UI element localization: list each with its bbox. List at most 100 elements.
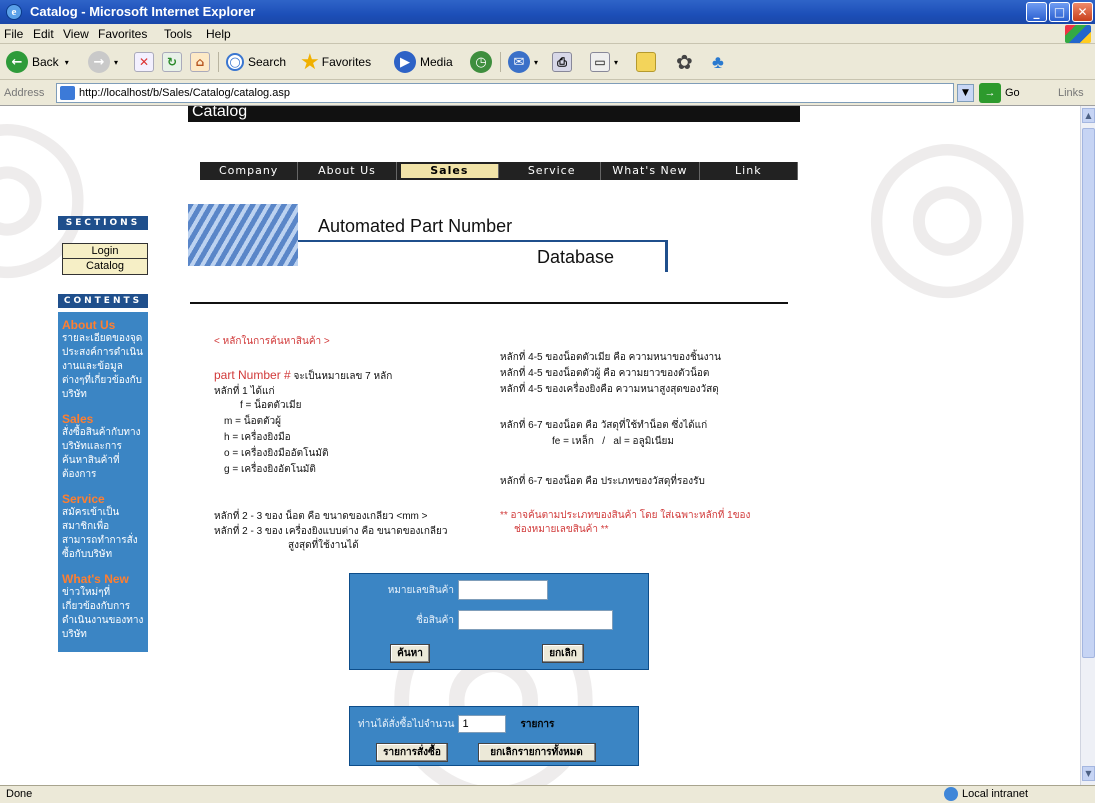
menu-help[interactable]: Help — [206, 27, 231, 41]
scroll-down-icon[interactable]: ▼ — [1082, 766, 1095, 781]
scroll-thumb[interactable] — [1082, 128, 1095, 658]
menu-favorites[interactable]: Favorites — [98, 27, 147, 41]
search-label: Search — [248, 55, 287, 69]
order-list-button[interactable]: รายการสั่งซื้อ — [376, 743, 448, 762]
history-button[interactable]: ◷ — [470, 50, 496, 74]
digit45-line: หลักที่ 4-5 ของน็อตตัวผู้ คือ ความยาวของ… — [500, 368, 710, 379]
print-icon: ⎙ — [552, 52, 572, 72]
cart-count-label: ท่านได้สั่งซื้อไปจำนวน — [358, 718, 455, 730]
nav-link[interactable]: Link — [700, 162, 798, 180]
cart-unit-label: รายการ — [520, 718, 555, 730]
code-row: หมายเลขสินค้า — [350, 580, 650, 600]
digit1-item: o = เครื่องยิงมืออัตโนมัติ — [224, 448, 329, 459]
zone-label: Local intranet — [962, 788, 1029, 800]
nav-sales[interactable]: Sales — [400, 164, 499, 178]
nav-company[interactable]: Company — [200, 162, 299, 180]
folder-button[interactable] — [636, 50, 660, 74]
refresh-icon: ↻ — [162, 52, 182, 72]
home-button[interactable]: ⌂ — [190, 50, 214, 74]
menu-view[interactable]: View — [63, 27, 89, 41]
scroll-up-icon[interactable]: ▲ — [1082, 108, 1095, 123]
address-field[interactable]: http://localhost/b/Sales/Catalog/catalog… — [56, 83, 954, 103]
edit-dropdown-icon: ▾ — [614, 57, 619, 67]
digit67-line: หลักที่ 6-7 ของน็อต คือ ประเภทของวัสดุที… — [500, 476, 705, 487]
minimize-button[interactable]: _ — [1026, 2, 1047, 22]
banner-title: Automated Part Number — [318, 216, 513, 236]
cart-count-input[interactable] — [458, 715, 507, 733]
close-button[interactable]: ✕ — [1072, 2, 1093, 22]
window-title-bar[interactable]: e Catalog - Microsoft Internet Explorer … — [0, 0, 1095, 24]
messenger-button[interactable]: ✿ — [676, 50, 693, 74]
page-icon — [60, 86, 75, 100]
contents-sales-link[interactable]: Sales — [62, 412, 144, 426]
menu-edit[interactable]: Edit — [33, 27, 54, 41]
name-row: ชื่อสินค้า — [350, 610, 650, 630]
product-code-label: หมายเลขสินค้า — [387, 584, 454, 596]
digit45-line: หลักที่ 4-5 ของเครื่องยิงคือ ความหนาสูงส… — [500, 384, 719, 395]
sections-heading: SECTIONS — [58, 216, 148, 230]
sidebar-item-login[interactable]: Login — [63, 244, 147, 259]
search-rules-heading: < หลักในการค้นหาสินค้า > — [214, 336, 330, 347]
digit1-item: g = เครื่องยิงอัตโนมัติ — [224, 464, 316, 475]
address-dropdown-icon[interactable]: ▼ — [957, 84, 974, 102]
forward-arrow-icon: → — [88, 51, 110, 73]
favorites-label: Favorites — [321, 55, 372, 69]
search-button[interactable]: ○ Search — [226, 50, 286, 74]
media-button[interactable]: ▶ Media — [394, 50, 453, 74]
mail-button[interactable]: ✉ ▾ — [508, 50, 538, 74]
go-arrow-icon: → — [979, 83, 1001, 103]
vertical-scrollbar[interactable]: ▲ ▼ — [1080, 106, 1095, 785]
cart-buttons-row: รายการสั่งซื้อ ยกเลิกรายการทั้งหมด — [376, 743, 596, 762]
search-buttons-row: ค้นหา ยกเลิก — [350, 644, 650, 663]
menu-tools[interactable]: Tools — [164, 27, 192, 41]
search-cancel-button[interactable]: ยกเลิก — [542, 644, 584, 663]
forward-dropdown-icon[interactable]: ▾ — [114, 58, 118, 67]
banner-rule — [298, 240, 666, 242]
research-button[interactable]: ♣ — [712, 50, 724, 74]
maximize-button[interactable]: □ — [1049, 2, 1070, 22]
sidebar-item-catalog[interactable]: Catalog — [63, 259, 147, 274]
refresh-button[interactable]: ↻ — [162, 50, 186, 74]
nav-about-us[interactable]: About Us — [298, 162, 397, 180]
menu-file[interactable]: File — [4, 27, 23, 41]
toolbar-separator — [500, 52, 501, 72]
back-arrow-icon: ← — [6, 51, 28, 73]
cart-count-row: ท่านได้สั่งซื้อไปจำนวน รายการ — [358, 715, 554, 733]
back-button[interactable]: ← Back ▾ — [6, 50, 69, 74]
contents-whats-new-link[interactable]: What's New — [62, 572, 144, 586]
cancel-all-orders-button[interactable]: ยกเลิกรายการทั้งหมด — [477, 743, 596, 762]
home-icon: ⌂ — [190, 52, 210, 72]
page-viewport[interactable]: ◎ ◎ ◎ Catalog Company About Us Sales Ser… — [0, 106, 1080, 785]
edit-button[interactable]: ▭ ▾ — [590, 50, 618, 74]
search-submit-button[interactable]: ค้นหา — [390, 644, 430, 663]
search-icon: ○ — [226, 53, 244, 71]
favorites-button[interactable]: ★ Favorites — [300, 49, 372, 74]
links-button[interactable]: Links — [1058, 87, 1084, 99]
history-icon: ◷ — [470, 51, 492, 73]
edit-icon: ▭ — [590, 52, 610, 72]
contents-about-us-desc: รายละเอียดของจุดประสงค์การดำเนินงานและข้… — [62, 333, 144, 400]
part-number-label: part Number # — [214, 368, 291, 382]
contents-heading: CONTENTS — [58, 294, 148, 308]
product-name-input[interactable] — [458, 610, 613, 630]
forward-button[interactable]: → ▾ — [88, 50, 118, 74]
nav-service[interactable]: Service — [503, 162, 602, 180]
stop-button[interactable]: ✕ — [134, 50, 158, 74]
print-button[interactable]: ⎙ — [552, 50, 576, 74]
part-number-rest: จะเป็นหมายเลข 7 หลัก — [293, 371, 393, 382]
nav-whats-new[interactable]: What's New — [601, 162, 700, 180]
contents-whats-new-desc: ข่าวใหม่ๆที่เกี่ยวข้องกับการดำเนินงานของ… — [62, 587, 144, 640]
go-button[interactable]: → Go — [979, 83, 1020, 103]
contents-about-us-link[interactable]: About Us — [62, 318, 144, 332]
product-search-form: หมายเลขสินค้า ชื่อสินค้า ค้นหา ยกเลิก — [349, 573, 649, 670]
contents-service-link[interactable]: Service — [62, 492, 144, 506]
folder-icon — [636, 52, 656, 72]
product-code-input[interactable] — [458, 580, 548, 600]
mail-dropdown-icon: ▾ — [534, 57, 539, 67]
address-url: http://localhost/b/Sales/Catalog/catalog… — [79, 87, 290, 99]
product-name-label: ชื่อสินค้า — [415, 614, 454, 626]
banner-subtitle: Database — [537, 247, 615, 267]
media-icon: ▶ — [394, 51, 416, 73]
digit45-line: หลักที่ 4-5 ของน็อตตัวเมีย คือ ความหนาขอ… — [500, 352, 721, 363]
back-dropdown-icon[interactable]: ▾ — [65, 58, 69, 67]
